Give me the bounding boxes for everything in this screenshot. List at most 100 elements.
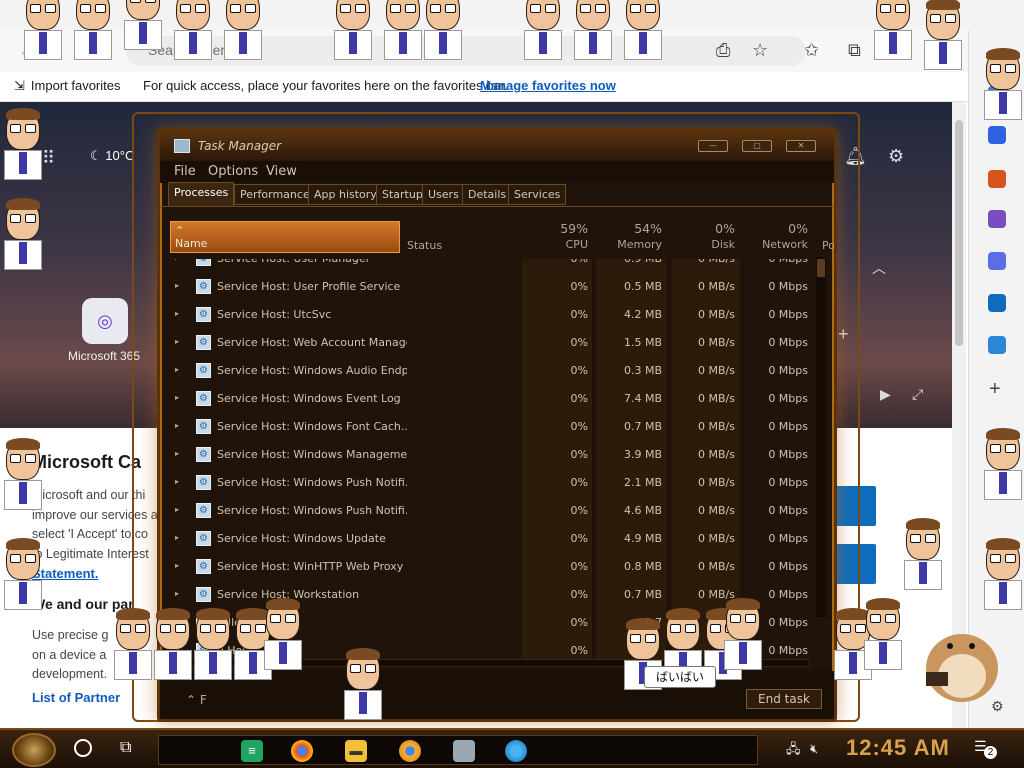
process-network: 0 Mbps	[768, 448, 808, 461]
close-button[interactable]: ✕	[786, 140, 816, 152]
tools-icon[interactable]	[988, 170, 1006, 188]
process-disk: 0 MB/s	[698, 504, 735, 517]
collapse-chevron-icon[interactable]: ︿	[872, 258, 886, 278]
column-header-network[interactable]: 0% Network	[742, 221, 808, 251]
process-row[interactable]: ▸ ⚙ Service Host: Windows Font Cach... 0% 0.…	[160, 413, 820, 441]
process-row[interactable]: ▸ ⚙ Service Host: Windows Audio Endp... 0% 0…	[160, 357, 820, 385]
import-favorites-button[interactable]: ⇲ Import favorites	[14, 78, 121, 94]
chrome-canary-icon[interactable]	[399, 740, 421, 762]
tab-app-history[interactable]: App history	[308, 184, 383, 205]
search-circle-icon[interactable]	[74, 739, 92, 757]
process-disk: 0 MB/s	[698, 476, 735, 489]
minimize-button[interactable]: —	[698, 140, 728, 152]
network-icon[interactable]: 🖧︎	[786, 741, 801, 756]
send-icon[interactable]	[988, 336, 1006, 354]
process-row[interactable]: ▸ ⚙ Service Host: Windows Push Notifi... 0%…	[160, 497, 820, 525]
expand-caret-icon[interactable]: ▸	[175, 259, 179, 262]
expand-caret-icon[interactable]: ▸	[175, 477, 179, 486]
play-icon[interactable]: ▶	[880, 386, 891, 403]
menu-file[interactable]: File	[174, 164, 196, 179]
process-name: Service Host: Windows Push Notifi...	[217, 504, 407, 517]
immersive-reader-icon[interactable]: ⎙	[716, 40, 730, 61]
process-row[interactable]: ▸ ⚙ Service Host: Windows Push Notifi... 0%…	[160, 469, 820, 497]
tab-services[interactable]: Services	[508, 184, 567, 205]
expand-caret-icon[interactable]: ▸	[175, 589, 179, 598]
expand-caret-icon[interactable]: ▸	[175, 505, 179, 514]
process-cpu: 0%	[570, 336, 588, 349]
process-row[interactable]: ▸ ⚙ Service Host: User Profile Service 0% 0.…	[160, 273, 820, 301]
process-name: Service Host: Workstation	[217, 588, 360, 601]
taskbar-clock[interactable]: 12:45 AM	[846, 735, 950, 761]
process-row[interactable]: ▸ ⚙ Service Host: Windows Manageme... 0% 3.9…	[160, 441, 820, 469]
column-header-name[interactable]: ⌃ Name	[170, 221, 400, 253]
expand-caret-icon[interactable]: ▸	[175, 309, 179, 318]
outlook-icon[interactable]	[988, 294, 1006, 312]
fewer-details-button[interactable]: ⌃ F	[186, 693, 207, 707]
add-favorite-icon[interactable]: ☆	[752, 40, 768, 61]
process-row[interactable]: ▸ ⚙ Service Host: Windows Event Log 0% 7.4 M…	[160, 385, 820, 413]
task-manager-titlebar[interactable]: Task Manager — ▢ ✕	[160, 131, 834, 161]
list-of-partners-link[interactable]: List of Partner	[32, 690, 120, 705]
menu-view[interactable]: View	[266, 164, 297, 179]
process-row[interactable]: ▸ ⚙ Service Host: UtcSvc 0% 4.2 MB 0 MB/s 0 Mb…	[160, 301, 820, 329]
expand-caret-icon[interactable]: ▸	[175, 449, 179, 458]
add-icon[interactable]: +	[989, 378, 1001, 401]
process-list-scroll-thumb[interactable]	[817, 259, 825, 277]
column-header-power-truncated[interactable]: Po	[822, 239, 834, 252]
end-task-button[interactable]: End task	[746, 689, 822, 709]
microsoft365-tile[interactable]: ◎	[82, 298, 128, 344]
process-row[interactable]: ▸ ⚙ Service Host: WinHTTP Web Proxy ... 0% 0…	[160, 553, 820, 581]
expand-caret-icon[interactable]: ▸	[175, 393, 179, 402]
cartoon-character-image	[870, 0, 916, 60]
expand-caret-icon[interactable]: ▸	[175, 533, 179, 542]
process-name: Service Host: Web Account Manager	[217, 336, 407, 349]
start-button[interactable]	[12, 733, 56, 767]
microsoft365-icon[interactable]	[988, 252, 1006, 270]
weather-temperature: 10°C	[105, 148, 135, 163]
expand-caret-icon[interactable]: ▸	[175, 561, 179, 570]
chrome-icon[interactable]	[291, 740, 313, 762]
tab-processes[interactable]: Processes	[168, 182, 235, 206]
page-scroll-thumb[interactable]	[955, 120, 963, 346]
page-settings-icon[interactable]: ⚙	[888, 146, 904, 167]
expand-caret-icon[interactable]: ▸	[175, 337, 179, 346]
manage-favorites-link[interactable]: Manage favorites now	[480, 78, 616, 93]
file-explorer-icon[interactable]: ▬	[345, 740, 367, 762]
process-disk: 0 MB/s	[698, 280, 735, 293]
favorites-icon[interactable]: ✩	[804, 40, 819, 61]
process-row[interactable]: ▸ ⚙ Service Host: Windows Update 0% 4.9 MB 0 …	[160, 525, 820, 553]
process-memory: 0.9 MB	[596, 259, 662, 265]
notification-center-icon[interactable]: ☰ 2	[974, 738, 997, 760]
tab-startup[interactable]: Startup	[376, 184, 429, 205]
expand-caret-icon[interactable]: ▸	[175, 365, 179, 374]
tab-details[interactable]: Details	[462, 184, 513, 205]
process-row[interactable]: ▸ ⚙ Service Host: Web Account Manager 0% 1.5…	[160, 329, 820, 357]
network-label: Network	[762, 238, 808, 251]
games-icon[interactable]	[988, 210, 1006, 228]
shopping-tag-icon[interactable]	[988, 126, 1006, 144]
expand-caret-icon[interactable]: ▸	[175, 421, 179, 430]
app-icon[interactable]	[453, 740, 475, 762]
process-list-scrollbar[interactable]	[816, 257, 826, 617]
column-header-status[interactable]: Status	[407, 239, 442, 252]
tab-performance[interactable]: Performance	[234, 184, 316, 205]
edge-icon[interactable]	[505, 740, 527, 762]
column-header-disk[interactable]: 0% Disk	[672, 221, 735, 251]
tab-users[interactable]: Users	[422, 184, 465, 205]
column-header-cpu[interactable]: 59% CPU	[520, 221, 588, 251]
expand-caret-icon[interactable]: ▸	[175, 281, 179, 290]
maximize-button[interactable]: ▢	[742, 140, 772, 152]
process-memory: 0.5 MB	[623, 280, 662, 293]
cartoon-character-image	[980, 48, 1024, 120]
collections-icon[interactable]: ⧉	[848, 40, 861, 61]
column-header-memory[interactable]: 54% Memory	[596, 221, 662, 251]
task-view-icon[interactable]: ⧉	[120, 739, 131, 757]
expand-icon[interactable]: ⤢	[912, 386, 923, 403]
process-row[interactable]: ▸ ⚙ Service Host: User Manager 0% 0.9 MB 0 MB…	[160, 259, 820, 273]
process-memory: 4.6 MB	[623, 504, 662, 517]
sheets-icon[interactable]: ≡	[241, 740, 263, 762]
menu-options[interactable]: Options	[208, 164, 258, 179]
weather-widget[interactable]: ☾ 10°C	[90, 148, 134, 164]
process-memory: 4.2 MB	[623, 308, 662, 321]
volume-muted-icon[interactable]: 🔇︎	[810, 741, 818, 756]
